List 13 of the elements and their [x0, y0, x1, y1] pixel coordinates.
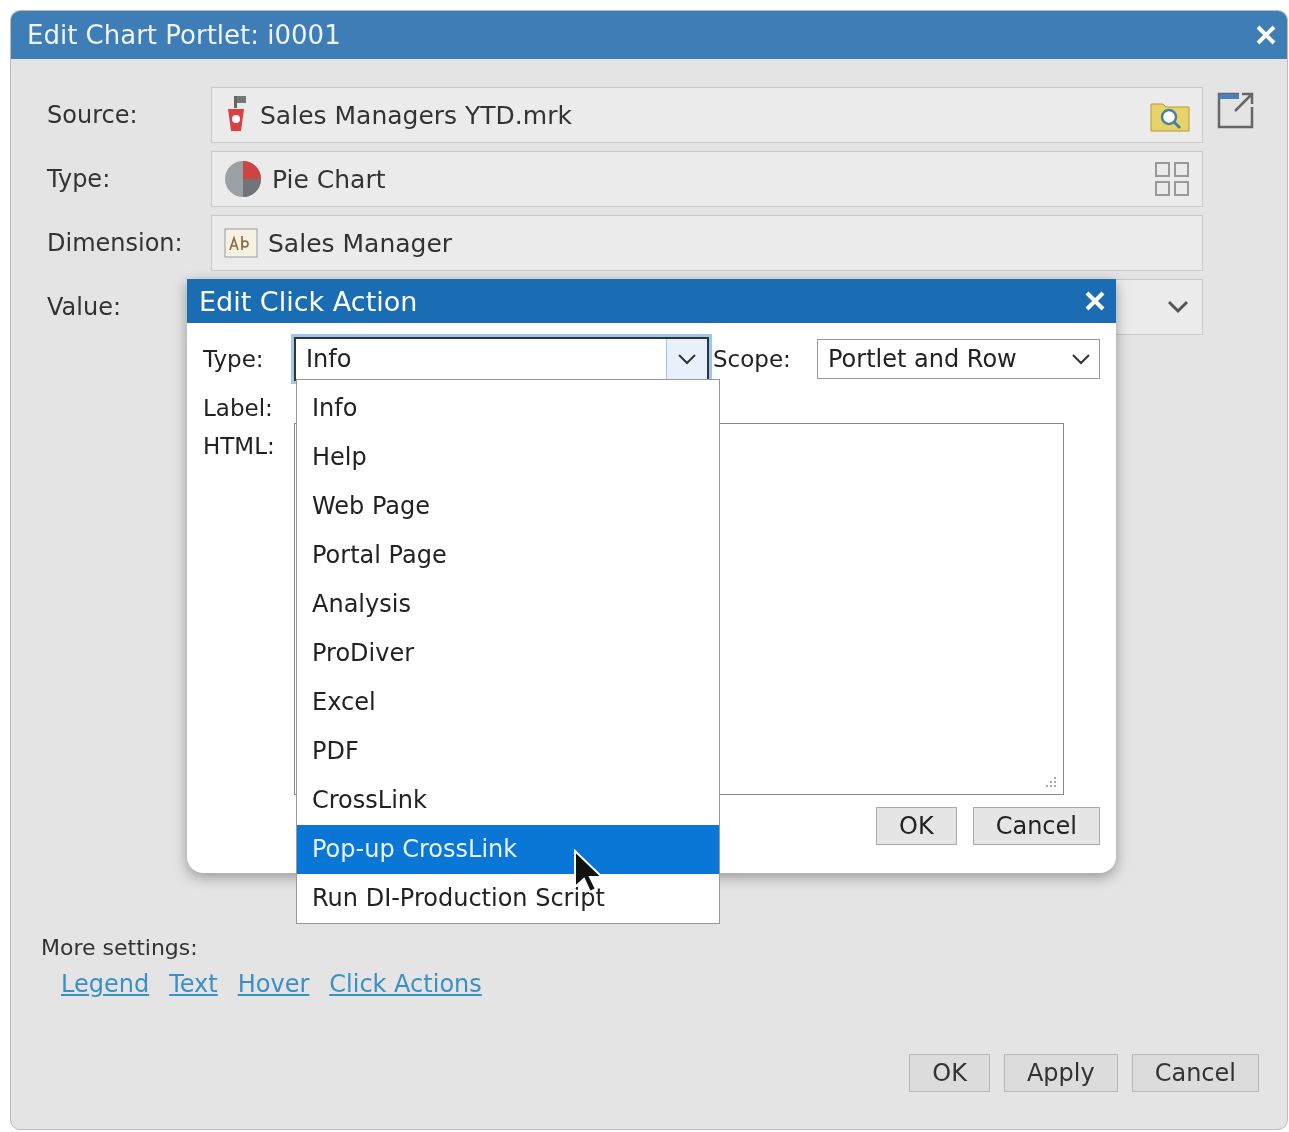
field-label: Dimension:	[47, 229, 184, 257]
field-value: Pie Chart	[272, 164, 386, 194]
field-label: Source:	[47, 101, 139, 129]
type-label: Type:	[203, 346, 265, 372]
field-label: Type:	[47, 165, 112, 193]
dialog-title: Edit Click Action	[199, 285, 418, 317]
label-label: Label:	[203, 395, 273, 421]
window-title: Edit Chart Portlet: i0001	[27, 20, 341, 50]
scope-label: Scope:	[713, 346, 792, 372]
more-settings-label: More settings:	[41, 935, 199, 960]
html-label: HTML:	[203, 433, 276, 459]
field-value: Sales Manager	[268, 228, 453, 258]
field-value: Sales Managers YTD.mrk	[260, 100, 572, 130]
